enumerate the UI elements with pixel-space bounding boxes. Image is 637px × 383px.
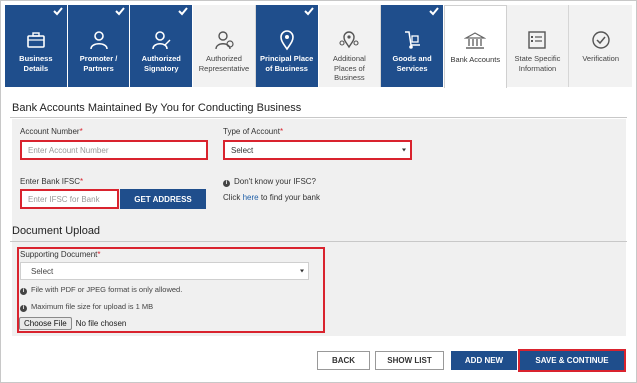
divider [10,117,627,118]
add-new-button[interactable]: ADD NEW [451,351,517,370]
person-icon [89,31,108,50]
account-number-input[interactable]: Enter Account Number [20,140,208,160]
show-list-button[interactable]: SHOW LIST [375,351,444,370]
tab-state-specific[interactable]: State Specific Information [506,5,570,87]
ifsc-input[interactable]: Enter IFSC for Bank [20,189,119,209]
check-circle-icon [591,31,610,49]
tab-label: Promoter / Partners [79,54,118,73]
find-bank-link[interactable]: here [243,193,259,202]
supporting-document-label: Supporting Document* [20,250,101,259]
location-pin-icon [279,30,294,51]
back-button[interactable]: BACK [317,351,370,370]
registration-tabs: Business Details Promoter / Partners Aut… [5,5,633,88]
check-icon [429,7,439,16]
signatory-icon [152,31,171,50]
tab-promoter-partners[interactable]: Promoter / Partners [67,5,131,87]
account-type-label: Type of Account* [223,127,284,136]
tab-principal-place[interactable]: Principal Place of Business [255,5,319,87]
tab-label: Principal Place of Business [259,54,314,73]
tab-label: Verification [582,54,620,63]
tab-authorized-representative[interactable]: Authorized Representative [193,5,256,87]
account-number-label: Account Number* [20,127,83,136]
chevron-down-icon [300,269,304,273]
tab-additional-places[interactable]: Additional Places of Business [318,5,382,87]
ifsc-label: Enter Bank IFSC* [20,177,84,186]
hand-truck-icon [405,31,421,49]
tab-business-details[interactable]: Business Details [5,5,68,87]
tab-label: Goods and Services [392,54,432,73]
check-icon [115,7,126,16]
no-file-text: No file chosen [75,319,127,328]
tab-label: Authorized Signatory [141,54,181,73]
file-picker: Choose File No file chosen [19,317,126,330]
tab-label: Business Details [19,54,53,73]
save-continue-button[interactable]: SAVE & CONTINUE [520,351,624,370]
bank-section-title: Bank Accounts Maintained By You for Cond… [12,102,302,114]
bank-icon [464,32,487,49]
divider [10,241,627,242]
format-note: i File with PDF or JPEG format is only al… [20,285,182,295]
find-bank-hint: Click here to find your bank [223,193,320,202]
choose-file-button[interactable]: Choose File [19,317,72,330]
ifsc-help: i Don't know your IFSC? [223,177,316,187]
info-icon: i [20,305,27,312]
tab-authorized-signatory[interactable]: Authorized Signatory [130,5,194,87]
document-section-title: Document Upload [12,225,101,237]
check-icon [303,7,314,16]
info-icon: i [20,288,27,295]
chevron-down-icon [402,148,406,152]
tab-label: Authorized Representative [198,54,250,73]
briefcase-icon [27,32,45,48]
tab-label: Additional Places of Business [332,54,366,82]
check-icon [52,7,63,16]
tab-label: State Specific Information [514,54,561,73]
representative-icon [215,31,234,50]
multi-location-icon [339,31,359,49]
tab-verification[interactable]: Verification [569,5,633,87]
account-type-select[interactable]: Select [223,140,412,160]
tab-goods-services[interactable]: Goods and Services [381,5,444,87]
size-note: i Maximum file size for upload is 1 MB [20,302,153,312]
document-list-icon [528,31,547,49]
tab-bank-accounts[interactable]: Bank Accounts [443,5,507,88]
tab-label: Bank Accounts [450,55,501,64]
check-icon [178,7,188,16]
info-icon: i [223,180,230,187]
get-address-button[interactable]: GET ADDRESS [120,189,206,209]
supporting-document-select[interactable]: Select [20,262,309,280]
